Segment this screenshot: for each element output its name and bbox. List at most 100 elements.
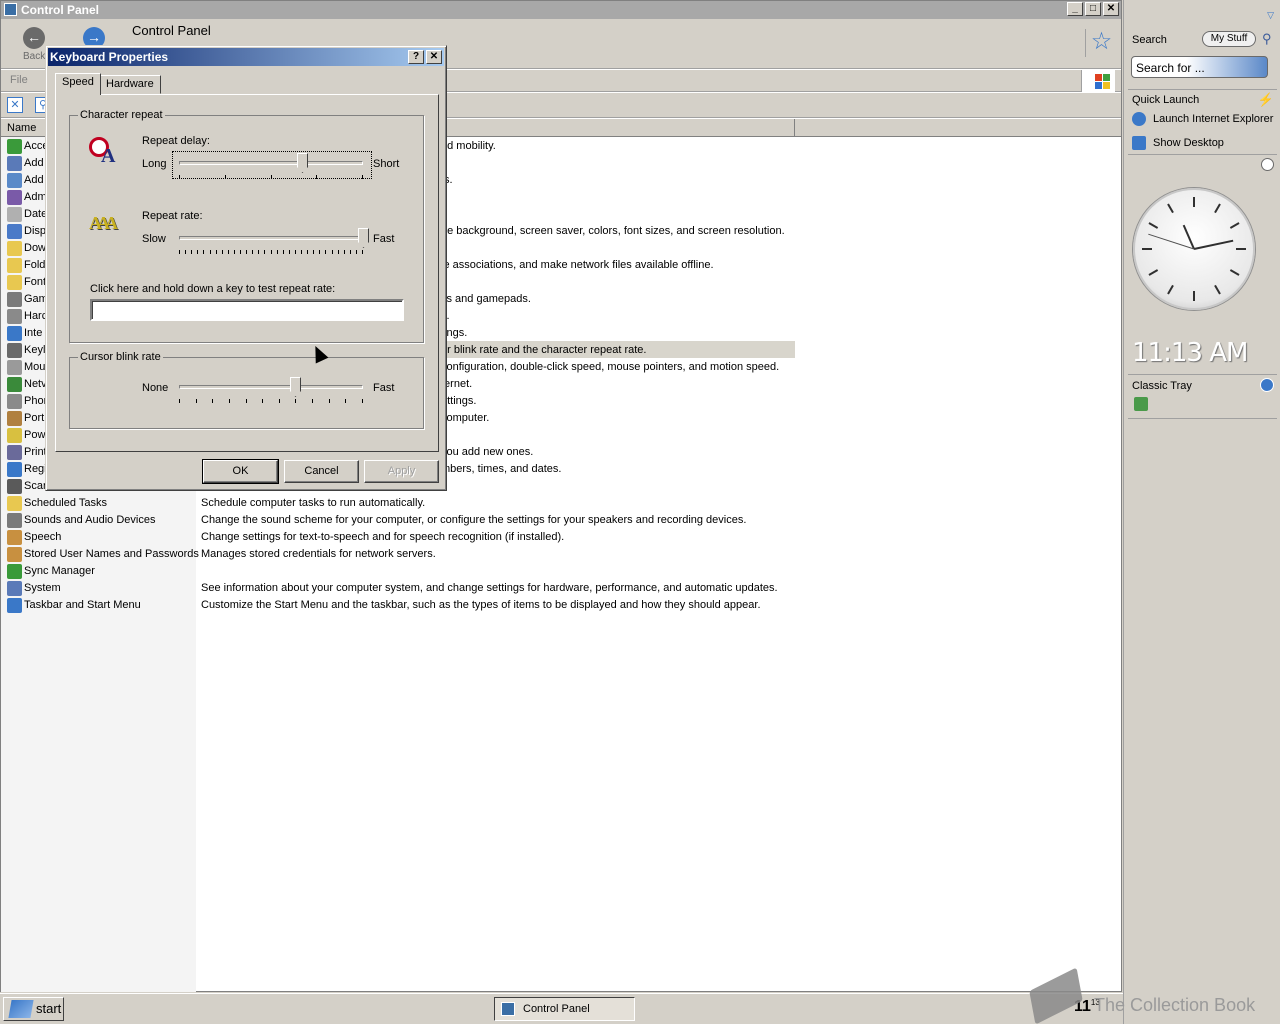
- minimize-button[interactable]: _: [1067, 2, 1083, 16]
- item-description: Change the sound scheme for your compute…: [201, 514, 747, 526]
- sidebar-menu-chevron-icon[interactable]: ▽: [1267, 10, 1274, 21]
- search-magnifier-icon[interactable]: ⚲: [1262, 31, 1272, 47]
- apply-button[interactable]: Apply: [364, 460, 439, 483]
- item-name: Add: [24, 174, 44, 186]
- item-icon: [7, 411, 22, 426]
- item-name: Taskbar and Start Menu: [24, 599, 141, 611]
- tab-speed[interactable]: Speed: [55, 73, 101, 95]
- taskbar-control-panel-button[interactable]: Control Panel: [494, 997, 635, 1021]
- sidebar-divider: [1128, 154, 1277, 155]
- item-name: Inte: [24, 327, 43, 339]
- slider-track: [179, 236, 363, 240]
- slider-thumb[interactable]: [290, 377, 301, 397]
- start-flag-icon: [8, 1000, 34, 1018]
- clock-settings-icon[interactable]: [1261, 158, 1274, 171]
- show-desktop-icon: [1132, 136, 1146, 151]
- repeat-rate-slider[interactable]: [179, 228, 369, 254]
- cancel-button[interactable]: Cancel: [284, 460, 359, 483]
- back-button[interactable]: ←: [23, 27, 45, 49]
- list-item[interactable]: Sync Manager: [1, 563, 1101, 580]
- item-description: he background, screen saver, colors, fon…: [441, 225, 785, 237]
- repeat-rate-max-label: Fast: [373, 233, 395, 245]
- cursor-blink-slider[interactable]: [179, 377, 363, 403]
- item-description: you add new ones.: [441, 446, 534, 458]
- cursor-blink-min-label: None: [142, 382, 169, 394]
- close-button[interactable]: ✕: [1103, 2, 1119, 16]
- item-name: Harc: [24, 310, 48, 322]
- item-description: configuration, double-click speed, mouse…: [441, 361, 780, 373]
- item-description: ks and gamepads.: [441, 293, 531, 305]
- repeat-delay-icon: A: [89, 135, 123, 167]
- item-icon: [7, 377, 22, 392]
- item-icon: [7, 479, 22, 494]
- column-separator[interactable]: [794, 119, 795, 137]
- item-name: Sounds and Audio Devices: [24, 514, 156, 526]
- start-button[interactable]: start: [3, 997, 64, 1021]
- item-description: Manages stored credentials for network s…: [201, 548, 436, 560]
- dialog-titlebar[interactable]: Keyboard Properties ? ✕: [48, 48, 444, 66]
- cursor-blink-label: Cursor blink rate: [78, 351, 163, 363]
- address-title: Control Panel: [132, 23, 211, 38]
- tab-hardware[interactable]: Hardware: [99, 75, 161, 94]
- window-title: Control Panel: [21, 3, 100, 17]
- list-item[interactable]: Speech Change settings for text-to-speech…: [1, 529, 1101, 546]
- item-name: Regi: [24, 463, 47, 475]
- item-name: Mou: [24, 361, 46, 373]
- item-name: Port: [24, 412, 45, 424]
- item-name: Dow: [24, 242, 47, 254]
- favorites-star-icon[interactable]: ☆: [1085, 29, 1113, 57]
- repeat-delay-min-label: Long: [142, 158, 167, 170]
- safely-remove-hardware-icon[interactable]: [1134, 397, 1148, 411]
- window-titlebar[interactable]: Control Panel _ □ ✕: [1, 1, 1121, 19]
- item-icon: [7, 462, 22, 477]
- taskbar: start Control Panel 1113: [0, 993, 1123, 1024]
- internet-explorer-icon: [1132, 112, 1146, 127]
- close-pane-icon[interactable]: ✕: [7, 97, 23, 113]
- test-repeat-input[interactable]: [90, 299, 404, 321]
- item-name: Sync Manager: [24, 565, 95, 577]
- menu-file[interactable]: File: [10, 74, 28, 86]
- list-item[interactable]: Taskbar and Start Menu Customize the Star…: [1, 597, 1101, 614]
- keyboard-properties-dialog: Keyboard Properties ? ✕ Speed Hardware C…: [45, 45, 447, 491]
- item-icon: [7, 530, 22, 545]
- test-repeat-label: Click here and hold down a key to test r…: [90, 283, 336, 295]
- maximize-button[interactable]: □: [1085, 2, 1101, 16]
- dialog-close-button[interactable]: ✕: [426, 50, 442, 64]
- sidebar-search-input[interactable]: Search for ...: [1131, 56, 1268, 78]
- repeat-rate-min-label: Slow: [142, 233, 166, 245]
- list-item[interactable]: Sounds and Audio Devices Change the sound…: [1, 512, 1101, 529]
- windows-flag-icon: [1081, 70, 1115, 92]
- item-name: Add: [24, 157, 44, 169]
- tray-settings-icon[interactable]: [1260, 378, 1274, 392]
- item-icon: [7, 496, 22, 511]
- repeat-delay-label: Repeat delay:: [142, 135, 210, 147]
- list-item[interactable]: System See information about your compute…: [1, 580, 1101, 597]
- item-name: Fold: [24, 259, 46, 271]
- item-icon: [7, 139, 22, 154]
- back-label: Back: [23, 51, 46, 62]
- quick-launch-title: Quick Launch: [1132, 94, 1200, 106]
- item-name: Font: [24, 276, 47, 288]
- list-item[interactable]: Scheduled Tasks Schedule computer tasks t…: [1, 495, 1101, 512]
- item-icon: [7, 275, 22, 290]
- slider-thumb[interactable]: [297, 153, 308, 173]
- list-item[interactable]: Stored User Names and Passwords Manages s…: [1, 546, 1101, 563]
- help-button[interactable]: ?: [408, 50, 424, 64]
- item-name: Disp: [24, 225, 47, 237]
- quick-launch-show-desktop[interactable]: Show Desktop: [1132, 135, 1278, 151]
- repeat-delay-max-label: Short: [373, 158, 400, 170]
- item-name: Keyl: [24, 344, 46, 356]
- ok-button[interactable]: OK: [202, 459, 279, 484]
- item-icon: [7, 292, 22, 307]
- item-icon: [7, 224, 22, 239]
- watermark-text: The Collection Book: [1094, 995, 1256, 1015]
- my-stuff-button[interactable]: My Stuff: [1202, 31, 1256, 47]
- item-description: Customize the Start Menu and the taskbar…: [201, 599, 761, 611]
- item-description: See information about your computer syst…: [201, 582, 778, 594]
- slider-ticks: [179, 175, 363, 179]
- repeat-delay-slider[interactable]: [179, 153, 363, 179]
- item-icon: [7, 190, 22, 205]
- item-icon: [7, 598, 22, 613]
- item-icon: [7, 394, 22, 409]
- quick-launch-internet-explorer[interactable]: Launch Internet Explorer: [1132, 111, 1278, 127]
